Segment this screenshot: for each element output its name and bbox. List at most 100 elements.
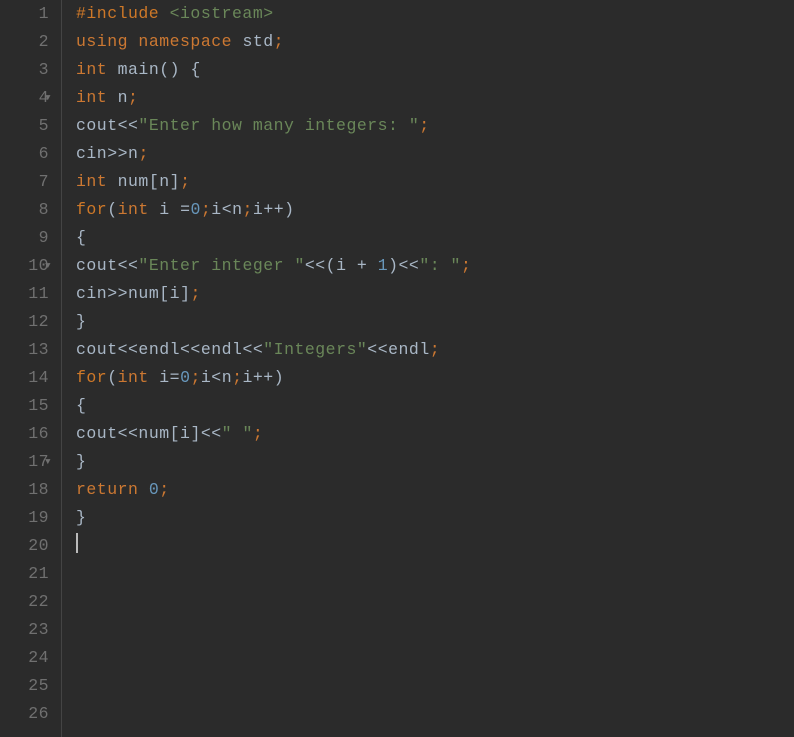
- function-name: main: [118, 60, 160, 79]
- number-literal: 0: [190, 200, 200, 219]
- line-number: 2: [10, 28, 49, 56]
- code-line[interactable]: }: [76, 308, 794, 336]
- code-line[interactable]: cout<<"Enter integer "<<(i + 1)<<": ";: [76, 252, 794, 280]
- code-editor-area[interactable]: #include <iostream> using namespace std;…: [62, 0, 794, 737]
- line-number: 21: [10, 560, 49, 588]
- type-keyword: int: [76, 88, 107, 107]
- return-keyword: return: [76, 480, 138, 499]
- operator: <<: [242, 340, 263, 359]
- code-line[interactable]: int num[n];: [76, 168, 794, 196]
- line-number: 17▼: [10, 448, 49, 476]
- fold-marker-icon[interactable]: ▼: [45, 448, 51, 476]
- identifier: endl: [138, 340, 180, 359]
- identifier: cout: [76, 424, 118, 443]
- line-number: 22: [10, 588, 49, 616]
- code-line[interactable]: }: [76, 504, 794, 532]
- line-number: 25: [10, 672, 49, 700]
- line-number: 26: [10, 700, 49, 728]
- type-keyword: int: [76, 172, 107, 191]
- paren: (: [326, 256, 336, 275]
- identifier: i: [253, 200, 263, 219]
- bracket: ]: [180, 284, 190, 303]
- semicolon: ;: [190, 284, 200, 303]
- identifier: i: [159, 200, 169, 219]
- operator: ++: [253, 368, 274, 387]
- code-line[interactable]: cout<<endl<<endl<<"Integers"<<endl;: [76, 336, 794, 364]
- operator: <<: [305, 256, 326, 275]
- operator: =: [180, 200, 190, 219]
- code-line[interactable]: cout<<num[i]<<" ";: [76, 420, 794, 448]
- identifier: n: [222, 368, 232, 387]
- semicolon: ;: [419, 116, 429, 135]
- code-line[interactable]: for(int i =0;i<n;i++): [76, 196, 794, 224]
- semicolon: ;: [190, 368, 200, 387]
- string-literal: "Integers": [263, 340, 367, 359]
- identifier: cin: [76, 284, 107, 303]
- identifier: endl: [388, 340, 430, 359]
- code-line[interactable]: {: [76, 392, 794, 420]
- code-line[interactable]: cout<<"Enter how many integers: ";: [76, 112, 794, 140]
- paren: (: [107, 368, 117, 387]
- operator: <<: [399, 256, 420, 275]
- semicolon: ;: [430, 340, 440, 359]
- line-number-gutter: 1 2 3 4▼ 5 6 7 8 9 10▼ 11 12 13 14 15 16…: [0, 0, 62, 737]
- line-number: 10▼: [10, 252, 49, 280]
- code-line[interactable]: cin>>n;: [76, 140, 794, 168]
- line-number: 7: [10, 168, 49, 196]
- line-number: 18: [10, 476, 49, 504]
- string-literal: ": ": [419, 256, 461, 275]
- code-line[interactable]: for(int i=0;i<n;i++): [76, 364, 794, 392]
- line-number: 5: [10, 112, 49, 140]
- bracket: [: [170, 424, 180, 443]
- code-line[interactable]: int n;: [76, 84, 794, 112]
- bracket: ]: [170, 172, 180, 191]
- code-line[interactable]: return 0;: [76, 476, 794, 504]
- for-keyword: for: [76, 368, 107, 387]
- operator: <: [222, 200, 232, 219]
- semicolon: ;: [274, 32, 284, 51]
- bracket: [: [149, 172, 159, 191]
- operator: =: [170, 368, 180, 387]
- code-line[interactable]: }: [76, 448, 794, 476]
- paren: ): [388, 256, 398, 275]
- code-line[interactable]: cin>>num[i];: [76, 280, 794, 308]
- operator: <<: [118, 424, 139, 443]
- semicolon: ;: [232, 368, 242, 387]
- brace: {: [190, 60, 200, 79]
- text-cursor-icon: [76, 533, 78, 553]
- code-line[interactable]: #include <iostream>: [76, 0, 794, 28]
- semicolon: ;: [159, 480, 169, 499]
- identifier: i: [211, 200, 221, 219]
- fold-marker-icon[interactable]: ▼: [45, 252, 51, 280]
- code-line[interactable]: using namespace std;: [76, 28, 794, 56]
- number-literal: 0: [149, 480, 159, 499]
- type-keyword: int: [118, 368, 149, 387]
- identifier: n: [118, 88, 128, 107]
- operator: ++: [263, 200, 284, 219]
- line-number: 4▼: [10, 84, 49, 112]
- line-number: 11: [10, 280, 49, 308]
- code-line[interactable]: int main() {: [76, 56, 794, 84]
- line-number: 14: [10, 364, 49, 392]
- bracket: [: [159, 284, 169, 303]
- identifier: endl: [201, 340, 243, 359]
- fold-marker-icon[interactable]: ▼: [45, 84, 51, 112]
- operator: <<: [118, 340, 139, 359]
- identifier: cin: [76, 144, 107, 163]
- semicolon: ;: [128, 88, 138, 107]
- operator: <<: [118, 116, 139, 135]
- string-literal: "Enter how many integers: ": [138, 116, 419, 135]
- line-number: 9: [10, 224, 49, 252]
- identifier: cout: [76, 256, 118, 275]
- number-literal: 1: [378, 256, 388, 275]
- code-line[interactable]: {: [76, 224, 794, 252]
- brace: }: [76, 508, 86, 527]
- number-literal: 0: [180, 368, 190, 387]
- identifier: i: [243, 368, 253, 387]
- code-line[interactable]: [76, 532, 794, 560]
- line-number: 12: [10, 308, 49, 336]
- semicolon: ;: [180, 172, 190, 191]
- brace: }: [76, 452, 86, 471]
- line-number: 1: [10, 0, 49, 28]
- line-number: 6: [10, 140, 49, 168]
